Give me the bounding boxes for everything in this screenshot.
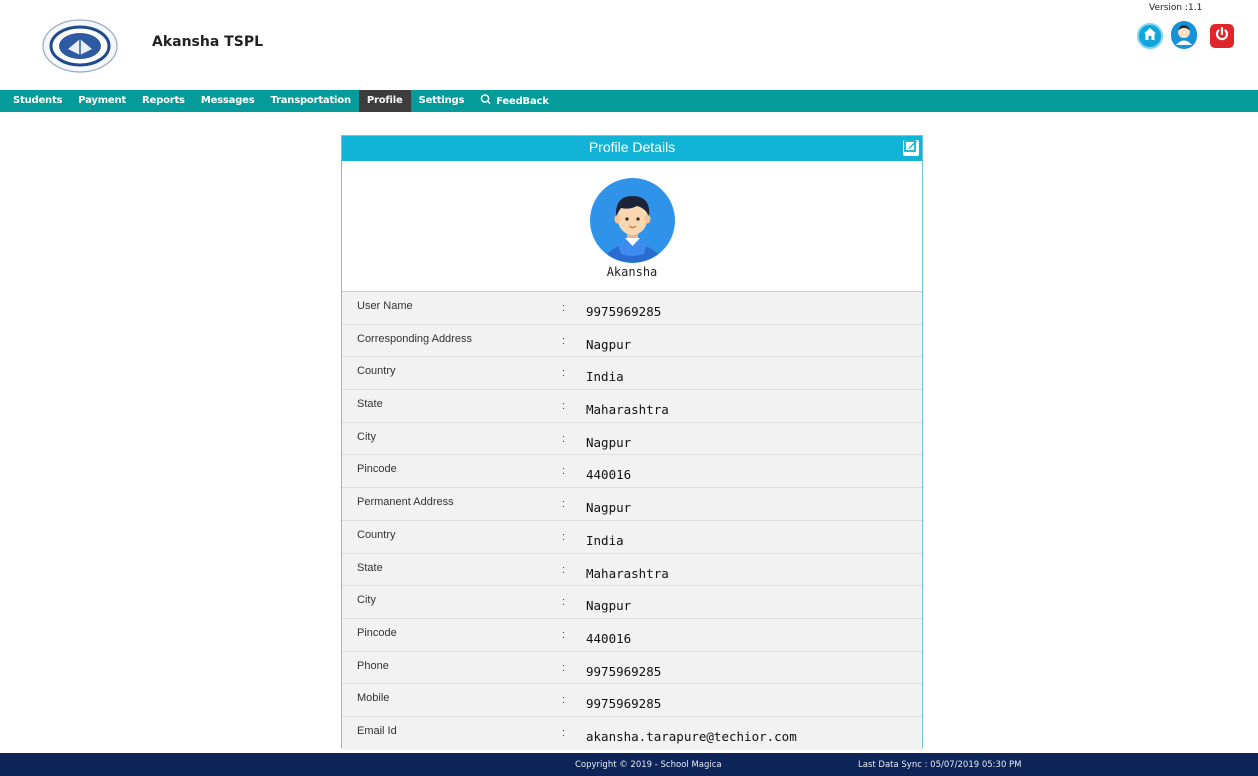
field-row: City: Nagpur: [342, 423, 922, 456]
field-row: Country: India: [342, 357, 922, 391]
user-profile-button[interactable]: [1171, 20, 1197, 52]
field-label: State: [357, 561, 383, 574]
nav-messages[interactable]: Messages: [193, 90, 263, 112]
nav-reports[interactable]: Reports: [134, 90, 193, 112]
power-icon: [1214, 26, 1230, 47]
avatar: [590, 178, 675, 263]
panel-header: Profile Details: [342, 136, 922, 161]
field-value: 9975969285: [586, 663, 662, 679]
field-value: Nagpur: [586, 336, 632, 352]
field-row: Country: India: [342, 521, 922, 554]
nav-settings[interactable]: Settings: [411, 90, 473, 112]
nav-feedback-label: FeedBack: [496, 96, 549, 107]
field-label: Country: [357, 528, 396, 541]
field-row: Permanent Address: Nagpur: [342, 488, 922, 521]
field-value: Maharashtra: [586, 402, 669, 418]
nav-payment[interactable]: Payment: [70, 90, 134, 112]
field-label: Permanent Address: [357, 496, 454, 509]
field-row: Pincode:440016: [342, 455, 922, 489]
field-row: Corresponding Address: Nagpur: [342, 325, 922, 358]
profile-panel: Profile Details Akansha User Name:997596…: [341, 135, 923, 750]
field-label: Pincode: [357, 463, 397, 476]
field-row: City: Nagpur: [342, 586, 922, 619]
field-row: Mobile:9975969285: [342, 684, 922, 717]
field-row: Phone:9975969285: [342, 652, 922, 685]
nav-profile[interactable]: Profile: [358, 90, 411, 112]
field-value: akansha.tarapure@techior.com: [586, 728, 797, 744]
nav-students[interactable]: Students: [5, 90, 70, 112]
profile-fields: User Name:9975969285 Corresponding Addre…: [342, 292, 922, 750]
school-logo: [18, 12, 142, 80]
field-label: User Name: [357, 300, 413, 312]
field-value: 9975969285: [586, 304, 662, 319]
field-value: India: [586, 532, 624, 548]
field-label: Corresponding Address: [357, 332, 472, 345]
version-label: Version :1.1: [1149, 3, 1203, 13]
logout-button[interactable]: [1210, 24, 1234, 48]
feedback-icon: [480, 90, 491, 112]
app-header: Akansha TSPL Version :1.1: [0, 0, 1258, 88]
panel-title: Profile Details: [588, 139, 676, 155]
field-value: Nagpur: [586, 598, 632, 614]
field-value: 440016: [586, 467, 632, 483]
app-footer: Copyright © 2019 - School Magica Last Da…: [0, 753, 1258, 776]
org-name: Akansha TSPL: [152, 34, 263, 50]
home-button[interactable]: [1137, 23, 1163, 49]
edit-icon: [904, 137, 918, 160]
field-value: Maharashtra: [586, 565, 669, 581]
edit-profile-button[interactable]: [903, 139, 919, 156]
nav-feedback[interactable]: FeedBack: [472, 90, 557, 112]
field-value: 440016: [586, 630, 632, 646]
field-row: Pincode:440016: [342, 619, 922, 652]
profile-name: Akansha: [606, 265, 658, 279]
field-value: India: [586, 369, 624, 385]
field-value: Nagpur: [586, 434, 632, 450]
field-value: Nagpur: [586, 500, 632, 516]
field-value: 9975969285: [586, 696, 662, 712]
field-label: City: [357, 594, 376, 607]
field-label: Phone: [357, 659, 389, 672]
main-nav: Students Payment Reports Messages Transp…: [0, 90, 1258, 112]
field-label: City: [357, 430, 376, 443]
field-row: User Name:9975969285: [342, 292, 922, 325]
field-label: Mobile: [357, 692, 390, 705]
field-label: Email Id: [357, 724, 397, 737]
field-label: Country: [357, 365, 396, 378]
field-row: State: Maharashtra: [342, 554, 922, 587]
home-icon: [1143, 27, 1157, 46]
field-row: Email Id: akansha.tarapure@techior.com: [357, 724, 797, 744]
copyright-text: Copyright © 2019 - School Magica: [575, 760, 722, 770]
field-row: State: Maharashtra: [342, 390, 922, 423]
field-label: Pincode: [357, 626, 397, 639]
avatar-section: Akansha: [342, 161, 922, 292]
nav-transportation[interactable]: Transportation: [263, 90, 359, 112]
user-icon: [1171, 20, 1197, 52]
last-sync-text: Last Data Sync : 05/07/2019 05:30 PM: [858, 760, 1022, 770]
field-label: State: [357, 398, 383, 411]
